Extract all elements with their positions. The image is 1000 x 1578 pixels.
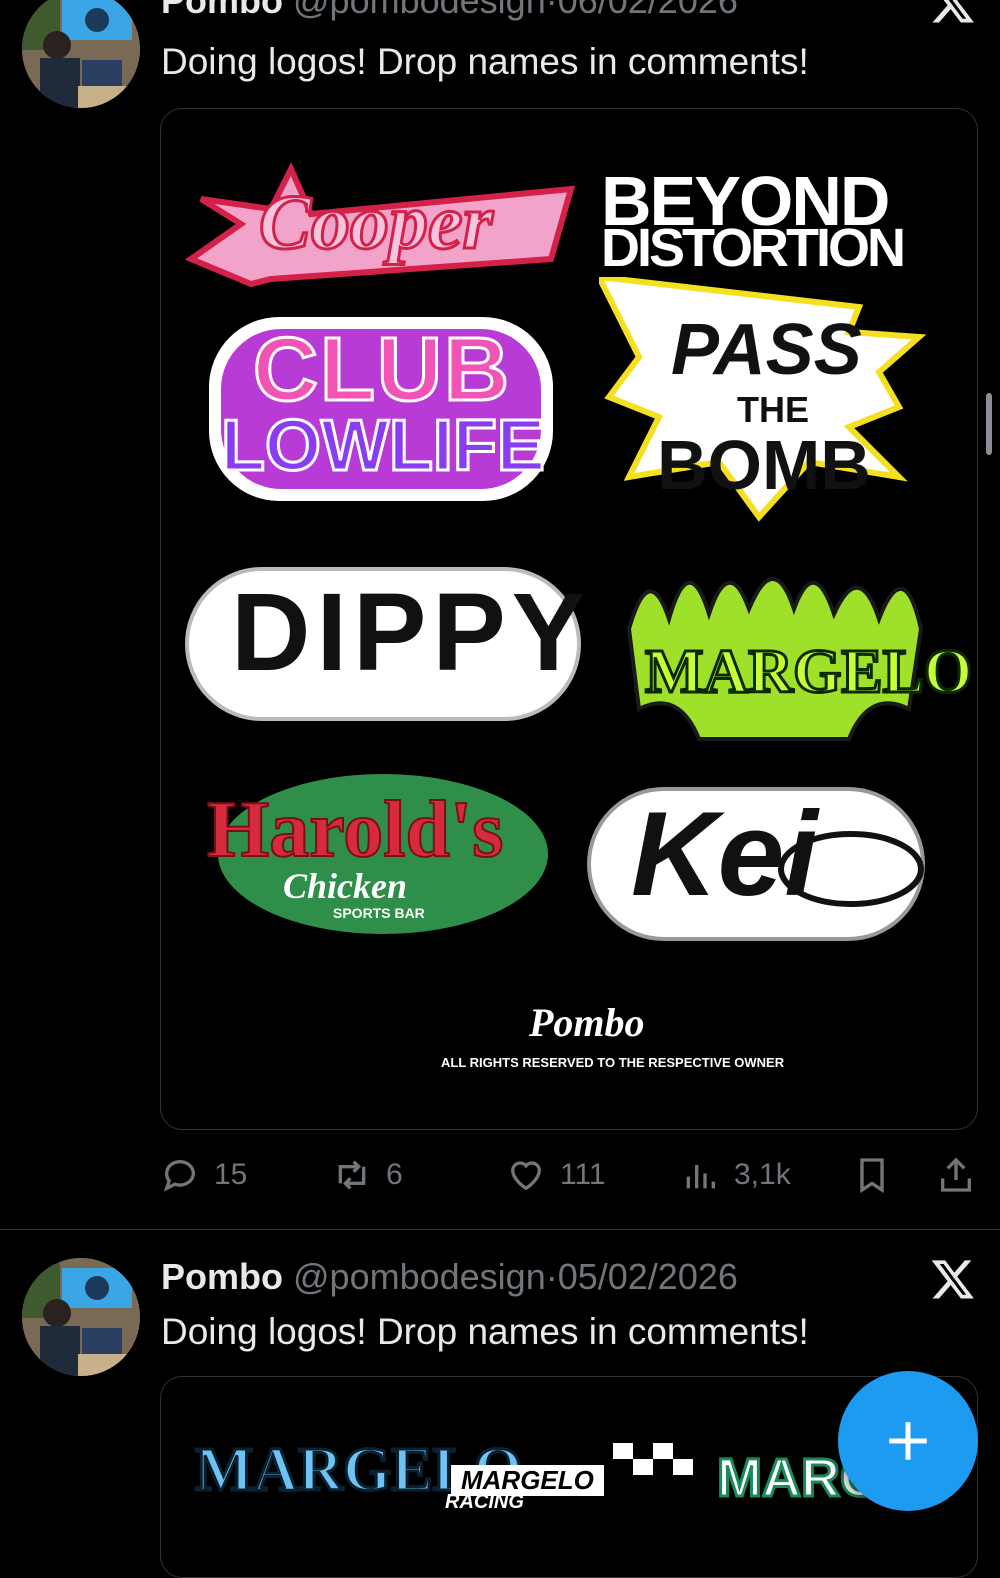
reply-button[interactable]: 15 xyxy=(160,1150,247,1200)
repost-button[interactable]: 6 xyxy=(332,1150,403,1200)
logo-sports-bar: SPORTS BAR xyxy=(333,905,425,921)
bookmark-button[interactable] xyxy=(852,1150,906,1200)
x-logo-icon xyxy=(930,0,976,26)
x-logo-icon xyxy=(930,1256,976,1302)
logo-cooper: Cooper xyxy=(258,177,495,267)
avatar[interactable] xyxy=(22,1258,140,1376)
logo-harolds: Harold's xyxy=(206,785,504,875)
author-name[interactable]: Pombo xyxy=(161,1256,283,1297)
tweet-date[interactable]: 05/02/2026 xyxy=(558,1256,738,1297)
tweet-actions: 15 6 111 3,1k xyxy=(160,1150,980,1200)
view-count: 3,1k xyxy=(734,1158,791,1191)
separator: · xyxy=(545,0,558,21)
author-handle[interactable]: @pombodesign xyxy=(293,1256,546,1297)
logo-racing: RACING xyxy=(445,1491,524,1513)
views-button[interactable]: 3,1k xyxy=(680,1150,791,1200)
reply-count: 15 xyxy=(214,1158,248,1191)
tweet-date[interactable]: 06/02/2026 xyxy=(558,0,738,21)
like-button[interactable]: 111 xyxy=(506,1150,606,1200)
separator: · xyxy=(545,1256,558,1297)
logo-lowlife: LOWLIFE xyxy=(220,405,547,488)
bookmark-icon xyxy=(860,1158,884,1194)
like-icon xyxy=(510,1161,542,1191)
tweet-header: Pombo @pombodesign·06/02/2026 xyxy=(161,0,738,22)
logo-chicken: Chicken xyxy=(283,866,408,906)
tweet[interactable]: Pombo @pombodesign·05/02/2026 Doing logo… xyxy=(0,1229,1000,1578)
repost-count: 6 xyxy=(386,1158,403,1191)
tweet[interactable]: Pombo @pombodesign·06/02/2026 Doing logo… xyxy=(0,0,1000,1228)
logo-bomb: BOMB xyxy=(657,426,871,504)
tweet-text: Doing logos! Drop names in comments! xyxy=(161,41,809,82)
avatar[interactable] xyxy=(22,0,140,108)
author-handle[interactable]: @pombodesign xyxy=(293,0,546,21)
compose-button[interactable] xyxy=(838,1371,978,1511)
logo-kei: Kei xyxy=(631,787,818,921)
signature: Pombo xyxy=(529,1000,645,1045)
tweet-image[interactable]: Cooper BEYOND DISTORTION CLUB LOWLIFE PA… xyxy=(160,108,978,1130)
logo-distortion: DISTORTION xyxy=(601,218,906,278)
plus-icon xyxy=(889,1422,927,1460)
logo-pass: PASS xyxy=(671,310,862,390)
copyright-footer: ALL RIGHTS RESERVED TO THE RESPECTIVE OW… xyxy=(441,1055,785,1070)
checkered-flag-shape xyxy=(613,1443,693,1475)
logo-margelo: MARGELO xyxy=(643,637,973,708)
tweet-text: Doing logos! Drop names in comments! xyxy=(161,1311,809,1352)
tweet-header: Pombo @pombodesign·05/02/2026 xyxy=(161,1256,738,1298)
repost-icon xyxy=(338,1160,366,1190)
reply-icon xyxy=(163,1160,195,1192)
logo-dippy: DIPPY xyxy=(231,571,592,694)
author-name[interactable]: Pombo xyxy=(161,0,283,21)
share-button[interactable] xyxy=(936,1150,990,1200)
views-icon xyxy=(686,1165,715,1189)
scrollbar[interactable] xyxy=(986,393,992,455)
share-icon xyxy=(941,1157,971,1192)
like-count: 111 xyxy=(560,1158,606,1191)
